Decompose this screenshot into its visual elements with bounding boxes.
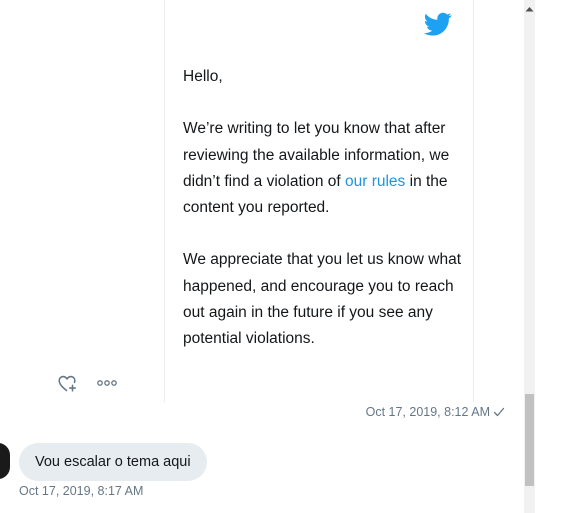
- received-message-bubble[interactable]: Vou escalar o tema aqui: [19, 443, 207, 481]
- scroll-up-arrow-icon[interactable]: [525, 6, 534, 12]
- avatar[interactable]: [0, 443, 10, 479]
- email-message-card: Hello, We’re writing to let you know tha…: [164, 0, 474, 402]
- scrollbar[interactable]: [524, 0, 535, 513]
- twitter-bird-icon: [423, 12, 452, 36]
- timestamp-text: Oct 17, 2019, 8:12 AM: [365, 405, 490, 419]
- heart-plus-icon[interactable]: [56, 372, 78, 394]
- message-actions: [56, 372, 118, 394]
- received-message-timestamp: Oct 17, 2019, 8:17 AM: [19, 484, 144, 498]
- sent-message-timestamp: Oct 17, 2019, 8:12 AM: [366, 405, 505, 419]
- our-rules-link[interactable]: our rules: [345, 173, 405, 190]
- email-paragraph-appreciation: We appreciate that you let us know what …: [183, 251, 462, 348]
- email-paragraph-result: We’re writing to let you know that after…: [183, 116, 469, 221]
- checkmark-icon: [493, 407, 505, 417]
- more-dots-icon[interactable]: [96, 377, 118, 389]
- email-body: Hello, We’re writing to let you know tha…: [183, 64, 469, 379]
- scrollbar-thumb[interactable]: [525, 394, 534, 486]
- email-greeting: Hello,: [183, 68, 223, 85]
- dm-conversation-view: Hello, We’re writing to let you know tha…: [0, 0, 581, 513]
